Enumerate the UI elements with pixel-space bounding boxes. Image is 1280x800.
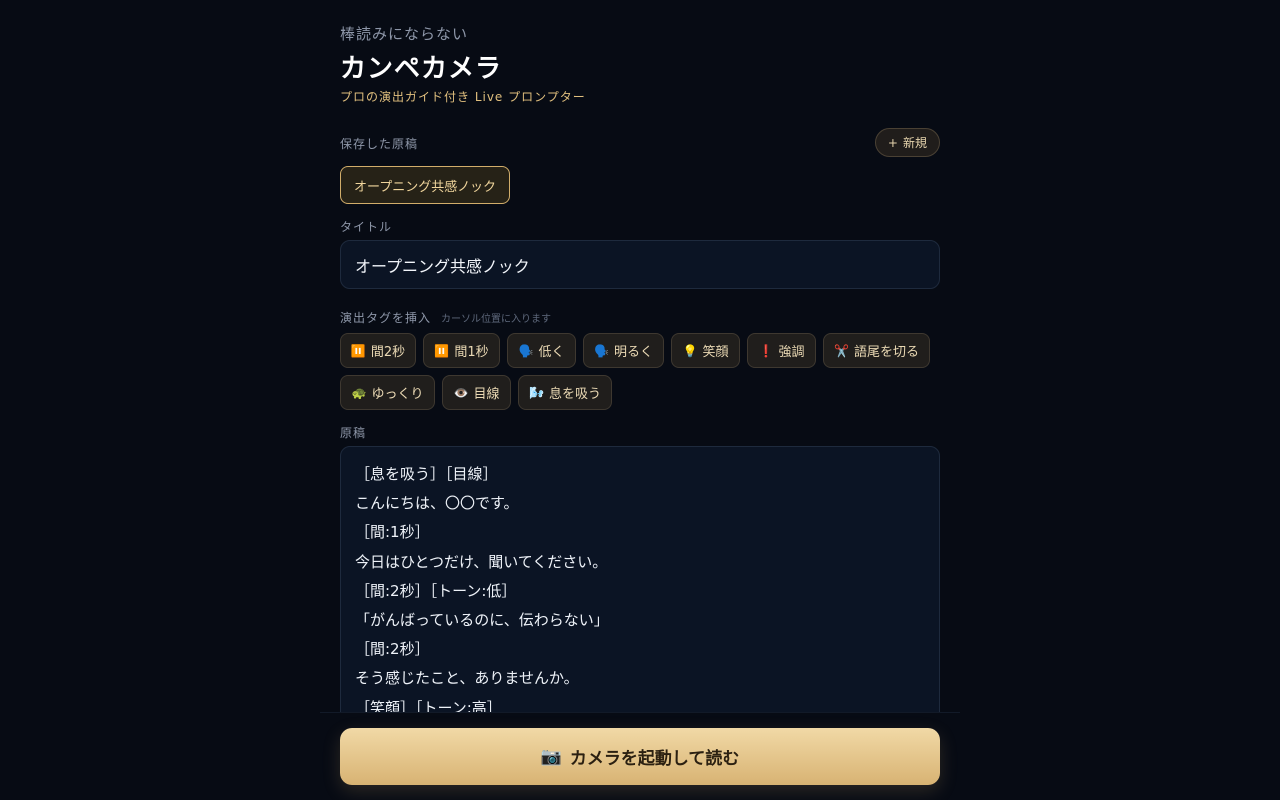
tag-button-label: 目線 <box>473 387 500 402</box>
new-script-button-label: 新規 <box>902 136 927 150</box>
title-field-label: タイトル <box>340 220 393 234</box>
tags-label: 演出タグを挿入 <box>340 311 432 325</box>
script-line: ［間:2秒］［トーン:低］ <box>355 581 517 600</box>
speaking-head-icon: 🗣️ <box>518 343 534 358</box>
script-line: ［間:2秒］ <box>355 640 430 659</box>
tag-button-emphasis[interactable]: ❗ 強調 <box>747 333 816 368</box>
new-script-button[interactable]: + 新規 <box>874 128 940 157</box>
plus-icon: + <box>887 135 898 150</box>
tag-button-low[interactable]: 🗣️ 低く <box>507 333 576 368</box>
tag-button-smile[interactable]: 💡 笑顔 <box>671 333 740 368</box>
tag-button-pause-2s[interactable]: ⏸️ 間2秒 <box>340 333 416 368</box>
tag-button-label: 低く <box>538 345 565 360</box>
tag-button-label: 強調 <box>778 345 805 360</box>
light-bulb-icon: 💡 <box>682 343 698 358</box>
start-camera-button[interactable]: 📷 カメラを起動して読む <box>340 728 940 785</box>
script-label: 原稿 <box>340 426 367 440</box>
turtle-icon: 🐢 <box>351 385 367 400</box>
camera-icon: 📷 <box>540 746 562 767</box>
tag-button-slowly[interactable]: 🐢 ゆっくり <box>340 375 435 410</box>
start-camera-button-label: カメラを起動して読む <box>569 749 740 769</box>
speaking-head-icon: 🗣️ <box>594 343 609 358</box>
wind-icon: 🌬️ <box>529 385 544 400</box>
bottom-action-bar: 📷 カメラを起動して読む <box>320 712 960 800</box>
exclamation-icon: ❗ <box>758 343 774 358</box>
script-line: こんにちは、〇〇です。 <box>355 494 519 513</box>
tag-button-pause-1s[interactable]: ⏸️ 間1秒 <box>423 333 500 368</box>
script-line: ［間:1秒］ <box>355 523 430 542</box>
tag-button-bright[interactable]: 🗣️ 明るく <box>583 333 664 368</box>
tag-button-label: ゆっくり <box>371 387 424 402</box>
tag-button-label: 笑顔 <box>702 345 729 360</box>
tag-button-label: 間1秒 <box>454 345 489 360</box>
tag-button-cut-ending[interactable]: ✂️ 語尾を切る <box>823 333 930 368</box>
tags-hint: カーソル位置に入ります <box>441 314 552 325</box>
saved-script-chip[interactable]: オープニング共感ノック <box>340 166 510 204</box>
tag-button-label: 語尾を切る <box>853 345 919 360</box>
tag-button-label: 間2秒 <box>370 345 406 360</box>
tags-header: 演出タグを挿入 カーソル位置に入ります <box>340 309 551 326</box>
script-line: 「がんばっているのに、伝わらない」 <box>355 611 609 630</box>
tag-button-gaze[interactable]: 👁️ 目線 <box>442 375 511 410</box>
eye-icon: 👁️ <box>453 385 469 400</box>
app-page: 棒読みにならない カンペカメラ プロの演出ガイド付き Live プロンプター 保… <box>0 0 1280 800</box>
pause-icon: ⏸️ <box>434 343 450 358</box>
app-title: カンペカメラ <box>340 54 503 84</box>
pause-icon: ⏸️ <box>350 343 366 358</box>
tag-button-breathe[interactable]: 🌬️ 息を吸う <box>518 375 612 410</box>
script-line: そう感じたこと、ありませんか。 <box>355 669 579 688</box>
saved-scripts-label: 保存した原稿 <box>340 137 419 151</box>
tag-button-label: 息を吸う <box>548 387 601 402</box>
tag-button-label: 明るく <box>613 345 653 360</box>
app-tagline: プロの演出ガイド付き Live プロンプター <box>340 90 586 104</box>
title-input[interactable] <box>340 240 940 289</box>
script-line: 今日はひとつだけ、聞いてください。 <box>355 552 608 571</box>
saved-script-chip-label: オープニング共感ノック <box>354 179 496 195</box>
script-textarea[interactable]: ［息を吸う］［目線］ こんにちは、〇〇です。 ［間:1秒］ 今日はひとつだけ、聞… <box>340 446 940 746</box>
app-subtitle: 棒読みにならない <box>340 25 469 43</box>
scissors-icon: ✂️ <box>834 343 849 358</box>
script-line: ［息を吸う］［目線］ <box>355 465 498 483</box>
